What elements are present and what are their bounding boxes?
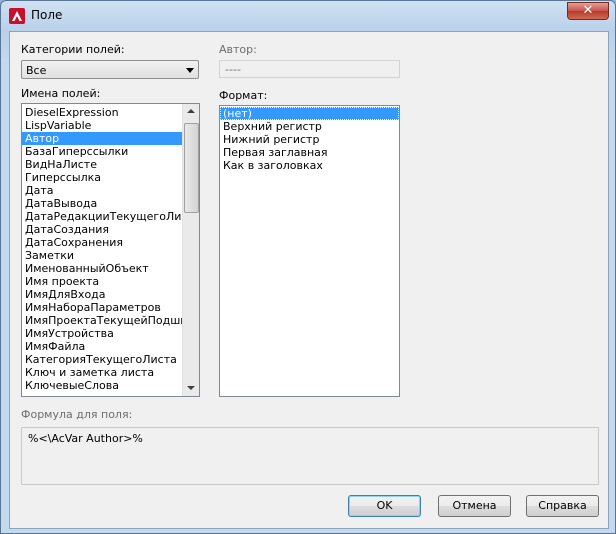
list-item[interactable]: Гиперссылка: [22, 171, 199, 184]
format-list[interactable]: (нет) Верхний регистр Нижний регистр Первая…: [219, 105, 400, 397]
scroll-thumb[interactable]: [184, 123, 199, 213]
list-item[interactable]: Дата: [22, 184, 199, 197]
list-item[interactable]: Первая заглавная: [220, 146, 399, 159]
close-icon: ✕: [582, 3, 594, 18]
author-value-field: ----: [219, 60, 400, 78]
formula-label: Формула для поля:: [21, 408, 133, 421]
list-item[interactable]: Верхний регистр: [220, 120, 399, 133]
list-item[interactable]: LispVariable: [22, 119, 199, 132]
list-item[interactable]: Имя проекта: [22, 275, 199, 288]
list-item[interactable]: Заметки: [22, 249, 199, 262]
list-item[interactable]: Ключ и заметка листа: [22, 366, 199, 379]
list-item[interactable]: DieselExpression: [22, 106, 199, 119]
chevron-down-icon: [186, 68, 194, 73]
dialog-body: Категории полей: Все Автор: ---- Имена п…: [9, 31, 609, 529]
list-item[interactable]: Нижний регистр: [220, 133, 399, 146]
list-item[interactable]: ИмяНабораПараметров: [22, 301, 199, 314]
close-button[interactable]: ✕: [567, 2, 609, 20]
window-title: Поле: [31, 8, 63, 22]
ok-button[interactable]: OK: [348, 495, 421, 517]
formula-value: %<\AcVar Author>%: [28, 432, 143, 445]
list-item[interactable]: ИменованныйОбъект: [22, 262, 199, 275]
author-label: Автор:: [219, 43, 257, 56]
list-item[interactable]: Как в заголовках: [220, 159, 399, 172]
list-item[interactable]: (нет): [220, 107, 399, 120]
help-button[interactable]: Справка: [526, 495, 599, 517]
author-value: ----: [225, 63, 241, 76]
list-item[interactable]: ДатаСоздания: [22, 223, 199, 236]
scroll-down-button[interactable]: [183, 380, 199, 396]
field-categories-select[interactable]: Все: [21, 60, 199, 79]
list-item[interactable]: ИмяФайла: [22, 340, 199, 353]
list-item[interactable]: КлючевыеСлова: [22, 379, 199, 392]
field-categories-label: Категории полей:: [21, 43, 125, 56]
scroll-up-button[interactable]: [183, 104, 199, 120]
list-item[interactable]: ДатаВывода: [22, 197, 199, 210]
list-item[interactable]: БазаГиперссылки: [22, 145, 199, 158]
title-bar[interactable]: Поле ✕: [1, 1, 615, 31]
field-names-scrollbar[interactable]: [182, 104, 199, 396]
field-dialog: Поле ✕ Категории полей: Все Автор: ---- …: [0, 0, 616, 534]
field-names-label: Имена полей:: [21, 87, 101, 100]
arrow-up-icon: [187, 109, 195, 113]
formula-field[interactable]: %<\AcVar Author>%: [21, 427, 599, 485]
field-names-list[interactable]: DieselExpression LispVariable Автор БазаГип…: [21, 103, 200, 397]
cancel-button[interactable]: Отмена: [438, 495, 511, 517]
list-item[interactable]: Автор: [22, 132, 199, 145]
field-names-items: DieselExpression LispVariable Автор БазаГип…: [22, 104, 199, 392]
list-item[interactable]: ИмяДляВхода: [22, 288, 199, 301]
format-items: (нет) Верхний регистр Нижний регистр Первая…: [220, 106, 399, 172]
list-item[interactable]: КатегорияТекущегоЛиста: [22, 353, 199, 366]
list-item[interactable]: ВидНаЛисте: [22, 158, 199, 171]
format-label: Формат:: [219, 89, 268, 102]
list-item[interactable]: ИмяУстройства: [22, 327, 199, 340]
list-item[interactable]: ДатаРедакцииТекущегоЛиста: [22, 210, 199, 223]
list-item[interactable]: ДатаСохранения: [22, 236, 199, 249]
field-categories-value: Все: [26, 64, 47, 77]
arrow-down-icon: [187, 386, 195, 390]
autocad-app-icon: [9, 8, 25, 24]
list-item[interactable]: ИмяПроектаТекущейПодшивки: [22, 314, 199, 327]
